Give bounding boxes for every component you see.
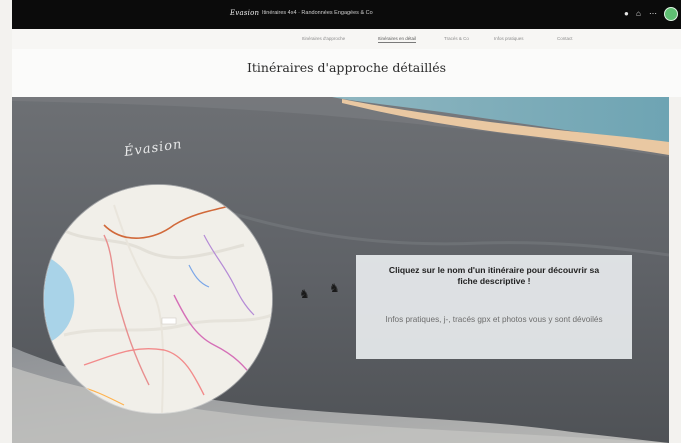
tab-itineraires-detail[interactable]: Itinéraires en détail [378, 36, 417, 43]
map-graphic [44, 185, 272, 413]
horse-rider-icon-2: ♞ [329, 281, 340, 295]
user-icon[interactable]: ⌂ [636, 9, 641, 19]
horse-rider-icon: ♞ [299, 287, 310, 301]
tab-contact[interactable]: Contact [557, 36, 573, 41]
avatar[interactable] [664, 7, 678, 21]
info-card-heading: Cliquez sur le nom d'un itinéraire pour … [388, 265, 600, 286]
route-map-circle[interactable] [44, 185, 272, 413]
page-title: Itinéraires d'approche détaillés [246, 60, 447, 75]
brand-logo[interactable]: Evasion [230, 9, 259, 17]
title-band: Itinéraires d'approche détaillés [12, 49, 681, 97]
notification-dot-icon[interactable]: ● [624, 9, 629, 19]
app-subtitle: Itinéraires 4x4 · Randonnées Engagées & … [262, 10, 373, 16]
tab-itineraires-approche[interactable]: Itinéraires d'approche [302, 36, 345, 41]
more-icon[interactable]: ⋯ [649, 9, 657, 19]
top-bar: Evasion Itinéraires 4x4 · Randonnées Eng… [12, 0, 681, 29]
tab-traces[interactable]: Tracés & Co [444, 36, 469, 41]
main-nav: Itinéraires d'approche Itinéraires en dé… [12, 29, 681, 49]
tab-infos-pratiques[interactable]: Infos pratiques [494, 36, 524, 41]
hero-banner: Évasion ♞ ♞ Cliquez sur le nom d'un itin… [12, 97, 669, 443]
info-card-body: Infos pratiques, j-, tracés gpx et photo… [385, 315, 603, 324]
info-card: Cliquez sur le nom d'un itinéraire pour … [356, 255, 632, 359]
